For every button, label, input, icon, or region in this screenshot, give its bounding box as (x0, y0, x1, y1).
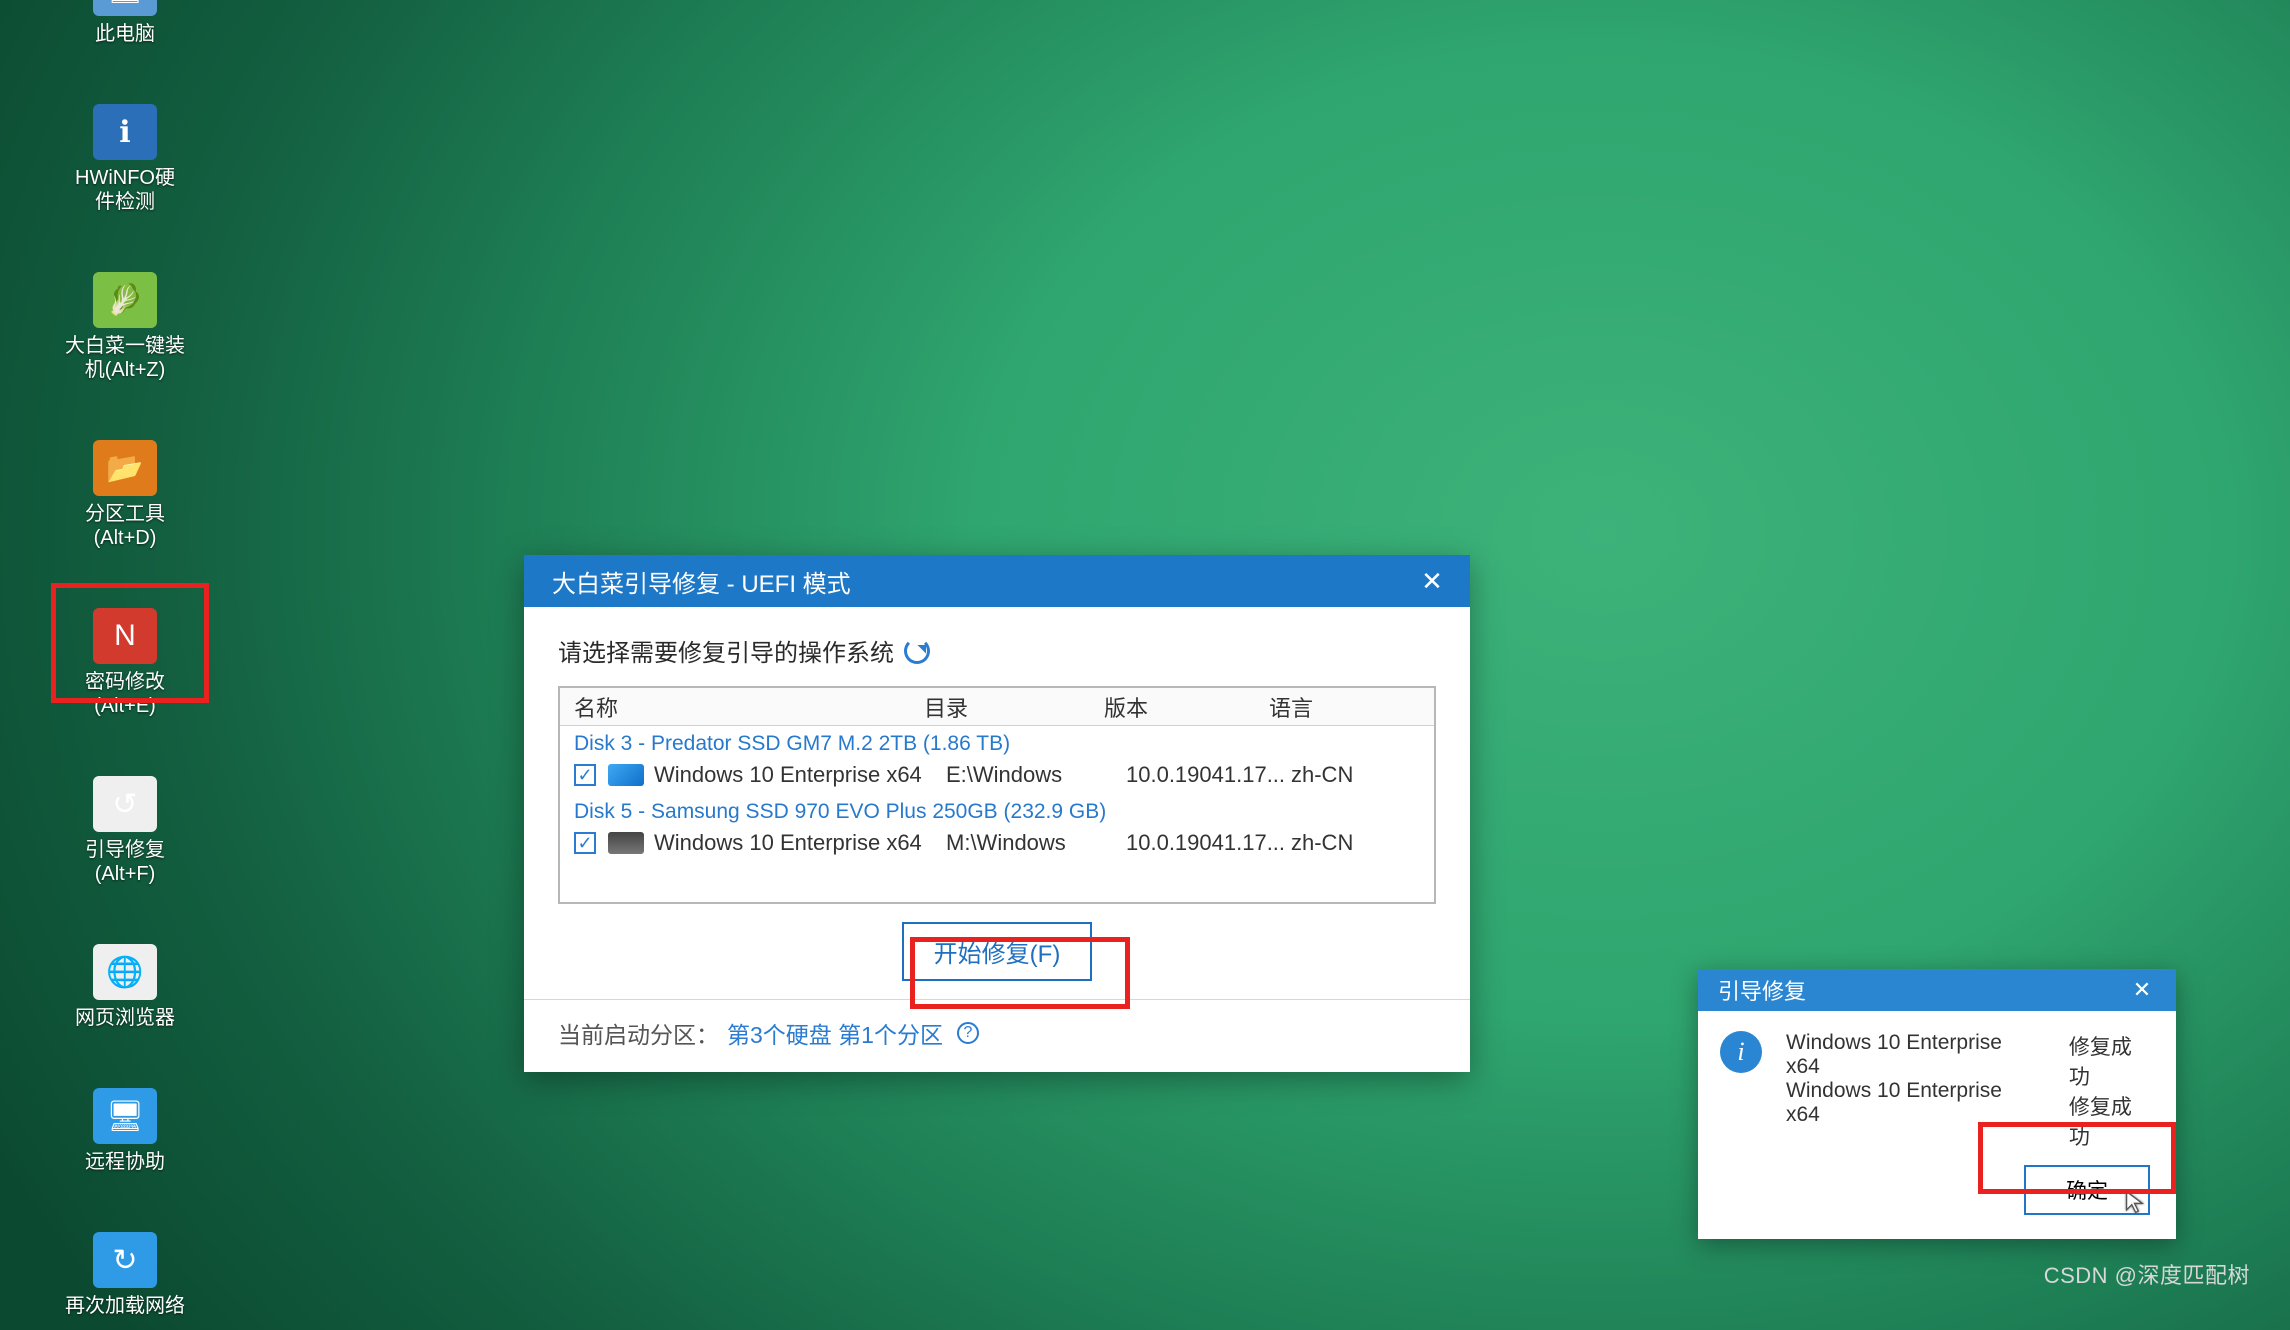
desktop-icon-label: 远程协助 (85, 1150, 165, 1174)
os-entry-row[interactable]: ✓ Windows 10 Enterprise x64 E:\Windows 1… (560, 758, 1434, 794)
desktop-icon-remote[interactable]: 🖥 远程协助 (40, 1088, 210, 1174)
desktop: 🖥 此电脑 ℹ HWiNFO硬 件检测 🥬 大白菜一键装 机(Alt+Z) 📂 分区工… (0, 0, 2290, 1330)
desktop-icon-label: 大白菜一键装 机(Alt+Z) (65, 334, 185, 382)
entry-dir: E:\Windows (946, 762, 1126, 788)
desktop-icons-column: 🖥 此电脑 ℹ HWiNFO硬 件检测 🥬 大白菜一键装 机(Alt+Z) 📂 分区工… (40, 0, 210, 1318)
result-status: 修复成功 (2069, 1031, 2150, 1091)
entry-lang: zh-CN (1291, 830, 1381, 856)
close-icon[interactable]: ✕ (2122, 977, 2162, 1003)
entry-version: 10.0.19041.17... (1126, 830, 1291, 856)
entry-version: 10.0.19041.17... (1126, 762, 1291, 788)
col-name: 名称 (574, 691, 924, 723)
result-os-name: Windows 10 Enterprise x64 (1786, 1079, 2033, 1127)
footer-link[interactable]: 第3个硬盘 第1个分区 (727, 1016, 943, 1050)
col-dir: 目录 (924, 691, 1104, 723)
boot-repair-dialog: 大白菜引导修复 - UEFI 模式 ✕ 请选择需要修复引导的操作系统 名称 目录… (524, 555, 1470, 1072)
desktop-icon-this-pc[interactable]: 🖥 此电脑 (40, 0, 210, 46)
browser-icon: 🌐 (93, 944, 157, 1000)
watermark: CSDN @深度匹配树 (2044, 1258, 2250, 1290)
desktop-icon-label: 网页浏览器 (75, 1006, 175, 1030)
desktop-icon-label: 引导修复 (Alt+F) (85, 838, 165, 886)
instruction-text: 请选择需要修复引导的操作系统 (558, 633, 894, 668)
dialog-titlebar[interactable]: 大白菜引导修复 - UEFI 模式 ✕ (524, 555, 1470, 607)
result-os-name: Windows 10 Enterprise x64 (1786, 1031, 2033, 1079)
result-title-text: 引导修复 (1718, 974, 1806, 1006)
desktop-icon-browser[interactable]: 🌐 网页浏览器 (40, 944, 210, 1030)
desktop-icon-onekey[interactable]: 🥬 大白菜一键装 机(Alt+Z) (40, 272, 210, 382)
desktop-icon-label: 再次加载网络 (65, 1294, 185, 1318)
close-icon[interactable]: ✕ (1412, 566, 1452, 597)
desktop-icon-password[interactable]: N 密码修改 (Alt+E) (40, 608, 210, 718)
col-lang: 语言 (1269, 691, 1359, 723)
drive-icon (608, 764, 644, 786)
dialog-footer: 当前启动分区： 第3个硬盘 第1个分区 ? (524, 999, 1470, 1072)
os-list: 名称 目录 版本 语言 Disk 3 - Predator SSD GM7 M.… (558, 686, 1436, 904)
hwinfo-icon: ℹ (93, 104, 157, 160)
desktop-icon-label: 此电脑 (95, 22, 155, 46)
col-ver: 版本 (1104, 691, 1269, 723)
dialog-title-text: 大白菜引导修复 - UEFI 模式 (552, 564, 851, 599)
info-icon: i (1720, 1031, 1762, 1073)
desktop-icon-bootrepair[interactable]: ↺ 引导修复 (Alt+F) (40, 776, 210, 886)
desktop-icon-partition[interactable]: 📂 分区工具 (Alt+D) (40, 440, 210, 550)
entry-name: Windows 10 Enterprise x64 (654, 830, 946, 856)
result-titlebar[interactable]: 引导修复 ✕ (1698, 969, 2176, 1011)
result-status: 修复成功 (2069, 1091, 2150, 1151)
instruction-row: 请选择需要修复引导的操作系统 (558, 633, 1436, 668)
remote-icon: 🖥 (93, 1088, 157, 1144)
result-body: i Windows 10 Enterprise x64Windows 10 En… (1698, 1011, 2176, 1165)
entry-lang: zh-CN (1291, 762, 1381, 788)
this-pc-icon: 🖥 (93, 0, 157, 16)
disk-header: Disk 5 - Samsung SSD 970 EVO Plus 250GB … (560, 794, 1434, 826)
drive-icon (608, 832, 644, 854)
partition-icon: 📂 (93, 440, 157, 496)
reload-net-icon: ↻ (93, 1232, 157, 1288)
cursor-icon (2124, 1189, 2150, 1215)
onekey-icon: 🥬 (93, 272, 157, 328)
dialog-body: 请选择需要修复引导的操作系统 名称 目录 版本 语言 Disk 3 - Pred… (524, 607, 1470, 999)
entry-name: Windows 10 Enterprise x64 (654, 762, 946, 788)
footer-label: 当前启动分区： (558, 1016, 719, 1050)
result-footer: 确定 (1698, 1165, 2176, 1239)
result-dialog: 引导修复 ✕ i Windows 10 Enterprise x64Window… (1698, 969, 2176, 1239)
bootrepair-icon: ↺ (93, 776, 157, 832)
desktop-icon-label: 分区工具 (Alt+D) (85, 502, 165, 550)
button-area: 开始修复(F) (558, 904, 1436, 989)
desktop-icon-reload-net[interactable]: ↻ 再次加载网络 (40, 1232, 210, 1318)
desktop-icon-hwinfo[interactable]: ℹ HWiNFO硬 件检测 (40, 104, 210, 214)
help-icon[interactable]: ? (957, 1022, 979, 1044)
refresh-icon[interactable] (904, 638, 930, 664)
checkbox[interactable]: ✓ (574, 764, 596, 786)
desktop-icon-label: 密码修改 (Alt+E) (85, 670, 165, 718)
checkbox[interactable]: ✓ (574, 832, 596, 854)
os-list-header: 名称 目录 版本 语言 (560, 688, 1434, 726)
password-icon: N (93, 608, 157, 664)
start-repair-button[interactable]: 开始修复(F) (902, 922, 1093, 981)
disk-header: Disk 3 - Predator SSD GM7 M.2 2TB (1.86 … (560, 726, 1434, 758)
desktop-icon-label: HWiNFO硬 件检测 (75, 166, 175, 214)
entry-dir: M:\Windows (946, 830, 1126, 856)
os-entry-row[interactable]: ✓ Windows 10 Enterprise x64 M:\Windows 1… (560, 826, 1434, 862)
